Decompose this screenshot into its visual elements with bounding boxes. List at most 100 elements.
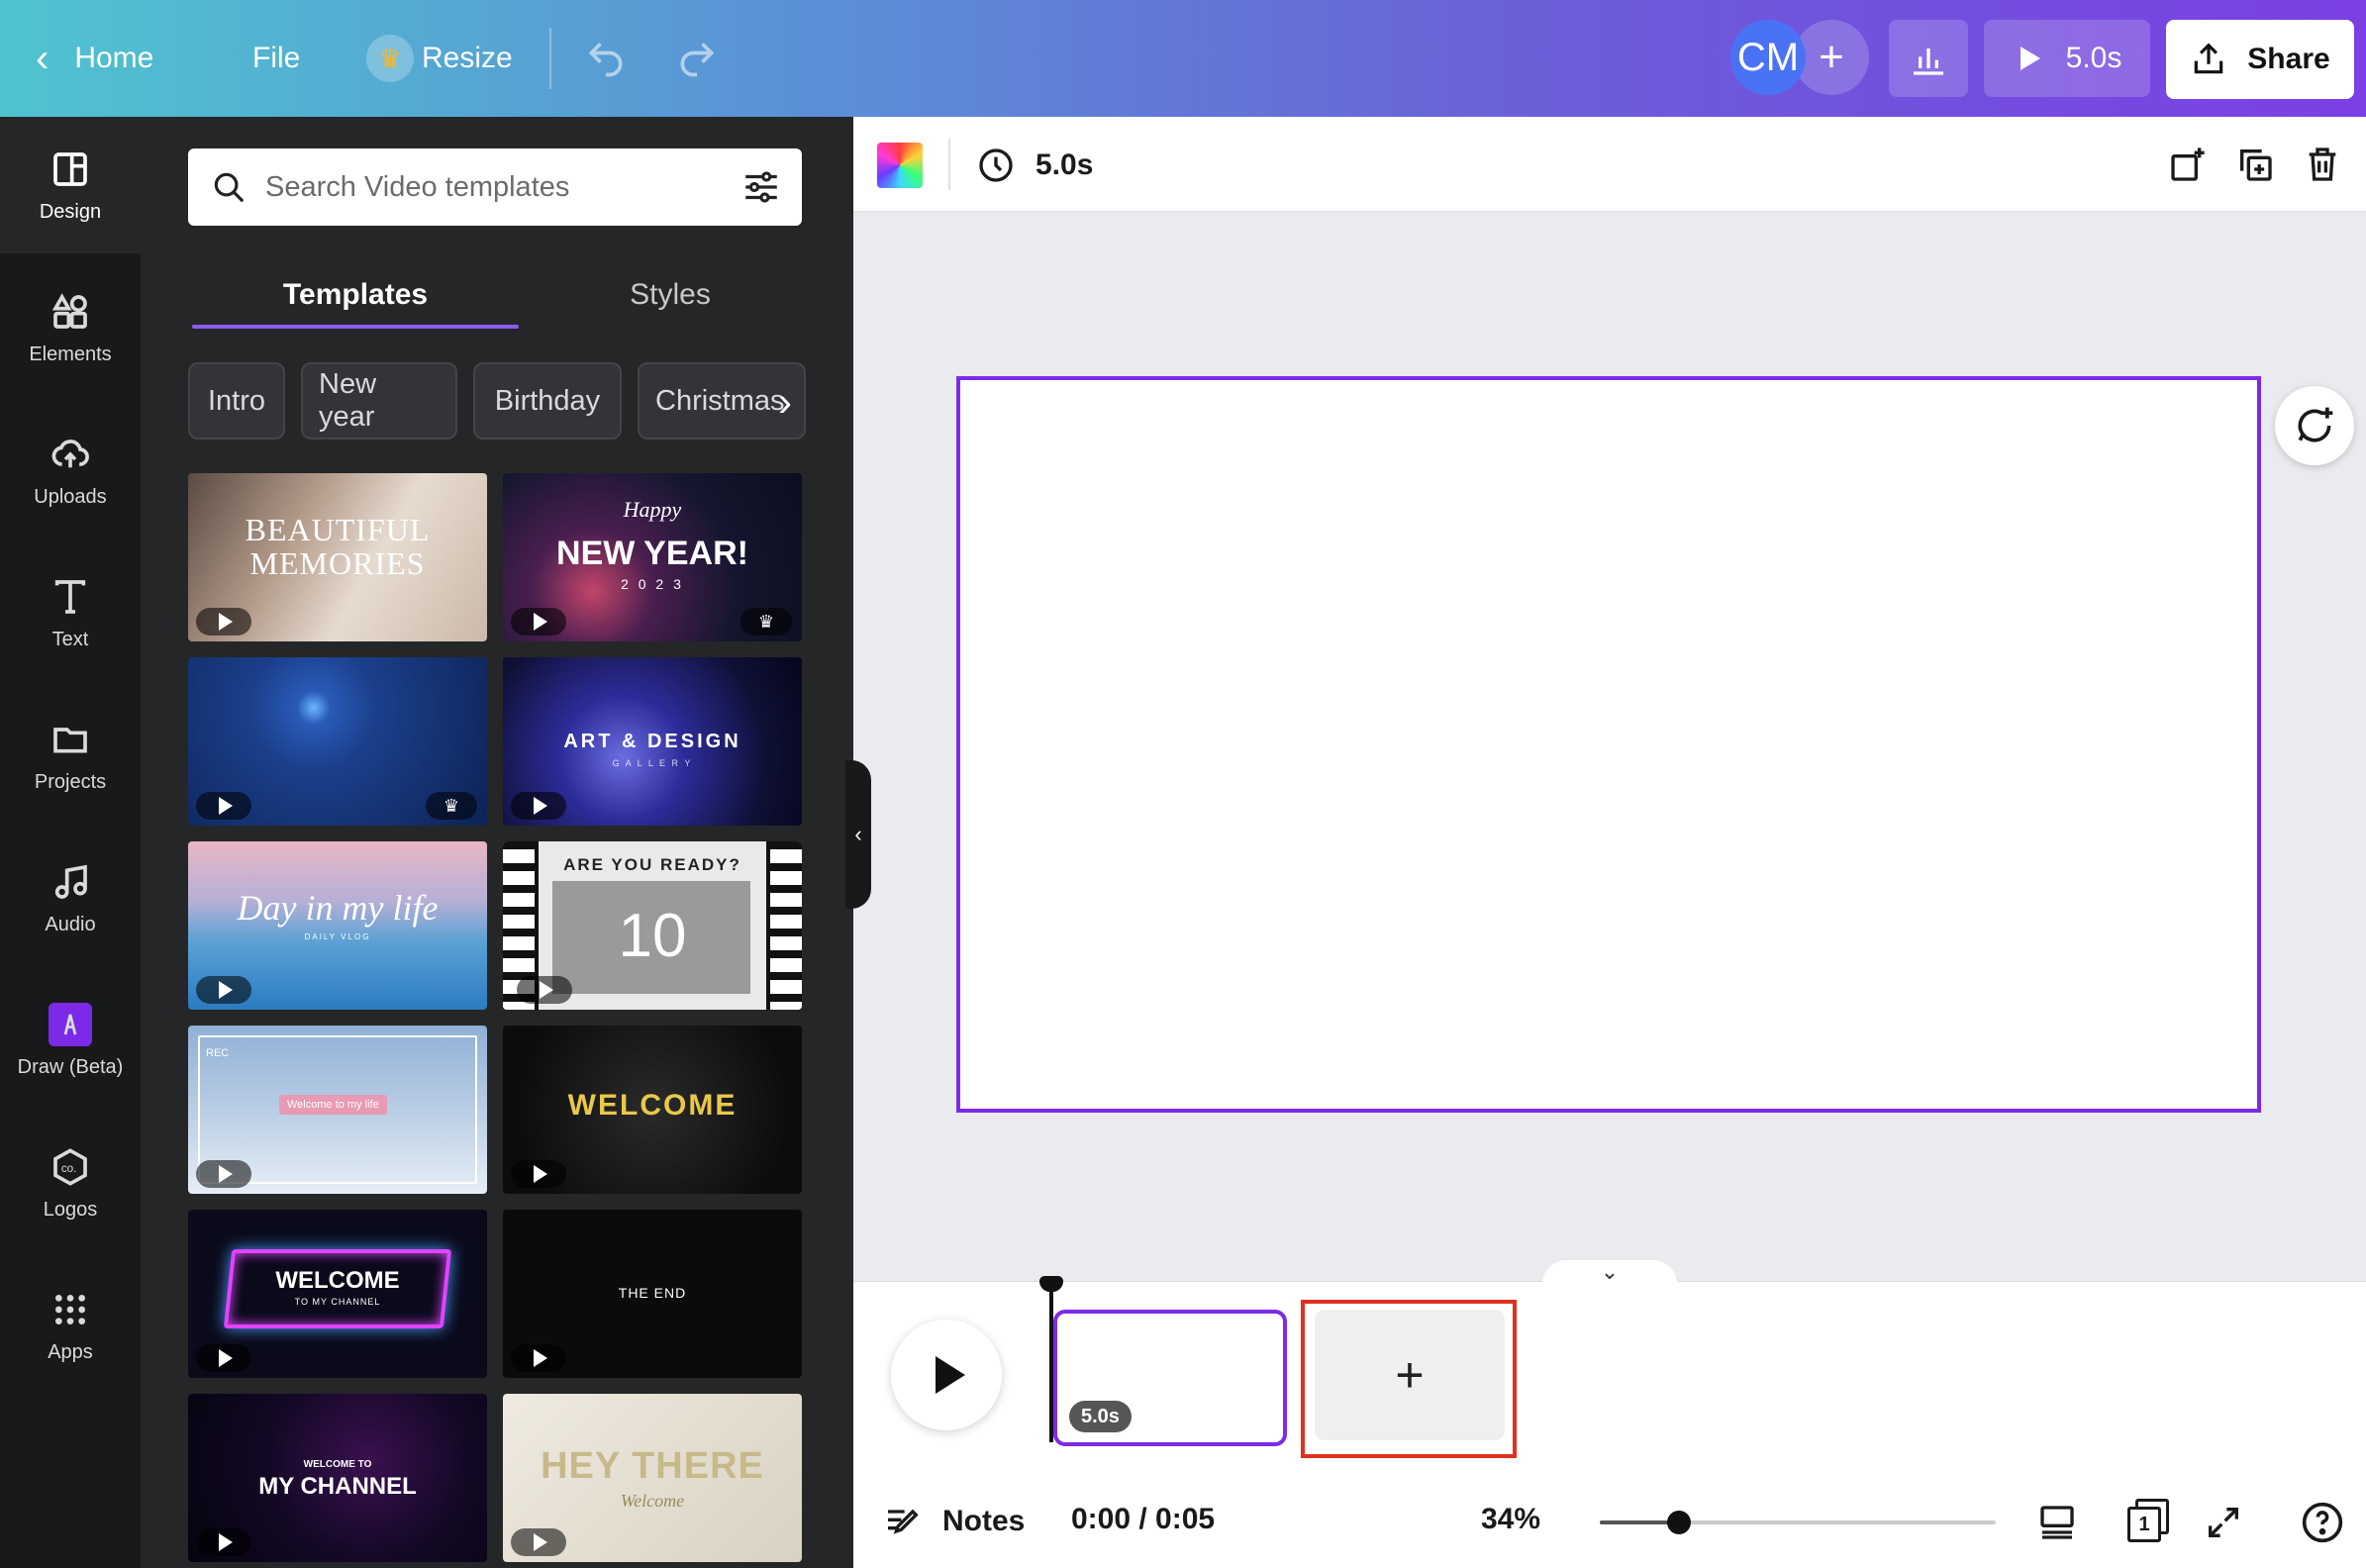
- fullscreen-button-right[interactable]: [2198, 1497, 2249, 1548]
- nav-item-audio[interactable]: Audio: [0, 830, 141, 966]
- play-badge: [196, 1528, 251, 1556]
- collapse-timeline-button[interactable]: ⌄: [1542, 1259, 1677, 1284]
- search-box[interactable]: [188, 148, 802, 226]
- editor-toolbar: 5.0s: [853, 117, 2366, 212]
- file-label: File: [252, 42, 301, 74]
- add-page-toolbar-button[interactable]: [2162, 139, 2214, 190]
- home-button[interactable]: ‹ Home: [36, 0, 153, 117]
- nav-item-draw[interactable]: Draw (Beta): [0, 972, 141, 1109]
- notes-button[interactable]: Notes: [883, 1497, 1025, 1546]
- chevron-right-icon[interactable]: ›: [778, 372, 818, 432]
- tab-styles[interactable]: Styles: [537, 265, 804, 325]
- design-canvas[interactable]: [956, 376, 2261, 1113]
- logo-icon: co.: [49, 1145, 92, 1189]
- template-card[interactable]: WELCOME TO MY CHANNEL: [188, 1210, 487, 1378]
- avatar[interactable]: CM: [1730, 20, 1806, 95]
- template-title: MY CHANNEL: [258, 1473, 417, 1500]
- delete-page-button[interactable]: [2297, 139, 2348, 190]
- zoom-slider-handle[interactable]: [1667, 1511, 1691, 1534]
- template-card[interactable]: Day in my life DAILY VLOG: [188, 841, 487, 1010]
- play-badge: [511, 1528, 566, 1556]
- elements-icon: [49, 290, 92, 334]
- tab-templates[interactable]: Templates: [192, 265, 519, 325]
- redo-button[interactable]: [675, 0, 719, 117]
- left-navigation: Design Elements Uploads Text Projects Au…: [0, 117, 141, 1568]
- nav-item-apps[interactable]: Apps: [0, 1257, 141, 1394]
- share-upload-icon: [2195, 43, 2223, 74]
- crown-icon: ♛: [740, 608, 792, 636]
- notes-label: Notes: [942, 1505, 1026, 1537]
- template-subtitle: REC: [206, 1047, 230, 1059]
- top-bar: ‹ Home File ♛ Resize CM + 5.0s Share: [0, 0, 2366, 117]
- nav-label: Text: [51, 628, 89, 650]
- template-title: Welcome to my life: [279, 1095, 387, 1115]
- duplicate-icon: [2240, 149, 2272, 181]
- collapse-panel-button[interactable]: ‹: [845, 760, 871, 909]
- nav-item-uploads[interactable]: Uploads: [0, 402, 141, 539]
- nav-label: Uploads: [34, 485, 107, 508]
- play-badge: [511, 792, 566, 820]
- nav-item-design[interactable]: Design: [0, 117, 141, 253]
- filter-sliders-icon[interactable]: [740, 166, 782, 208]
- template-subtitle: G A L L E R Y: [612, 758, 693, 768]
- play-badge: [517, 976, 572, 1004]
- design-icon: [49, 147, 92, 191]
- duplicate-page-button[interactable]: [2229, 139, 2281, 190]
- nav-item-logos[interactable]: co. Logos: [0, 1115, 141, 1251]
- template-title: WELCOME: [275, 1267, 400, 1294]
- chip-new-year[interactable]: New year: [301, 362, 457, 440]
- template-title: WELCOME: [567, 1089, 738, 1122]
- grid-view-button-right[interactable]: [2031, 1497, 2083, 1548]
- template-card[interactable]: ARE YOU READY? 10: [503, 841, 802, 1010]
- crown-icon: ♛: [366, 35, 414, 82]
- template-card[interactable]: BEAUTIFUL MEMORIES: [188, 473, 487, 641]
- template-card[interactable]: ♛: [188, 657, 487, 826]
- redo-icon: [680, 43, 715, 77]
- insights-button[interactable]: [1889, 20, 1968, 97]
- add-comment-button[interactable]: [2275, 386, 2354, 465]
- nav-item-elements[interactable]: Elements: [0, 259, 141, 396]
- zoom-level[interactable]: 34%: [1481, 1503, 1540, 1536]
- draw-icon: [49, 1002, 92, 1046]
- page-duration-button[interactable]: 5.0s: [976, 141, 1093, 190]
- share-button[interactable]: Share: [2166, 20, 2354, 99]
- page-number-button[interactable]: 1: [2120, 1493, 2176, 1548]
- template-subtitle: 10: [618, 902, 687, 970]
- template-subtitle: DAILY VLOG: [304, 932, 371, 941]
- template-card[interactable]: HEY THERE Welcome: [503, 1394, 802, 1562]
- present-play-button[interactable]: 5.0s: [1984, 20, 2150, 97]
- template-subtitle: 2 0 2 3: [621, 576, 684, 592]
- search-input[interactable]: [265, 170, 740, 204]
- timeline-play-button[interactable]: [891, 1320, 1002, 1430]
- page-clip[interactable]: 5.0s: [1053, 1310, 1287, 1446]
- template-card[interactable]: ART & DESIGN G A L L E R Y: [503, 657, 802, 826]
- chip-intro[interactable]: Intro: [188, 362, 285, 440]
- template-card[interactable]: WELCOME: [503, 1026, 802, 1194]
- template-subtitle: Welcome: [620, 1491, 685, 1511]
- share-label: Share: [2247, 43, 2330, 75]
- template-card[interactable]: THE END: [503, 1210, 802, 1378]
- zoom-slider[interactable]: [1600, 1511, 1996, 1534]
- template-title: ART & DESIGN: [563, 731, 741, 752]
- chip-birthday[interactable]: Birthday: [473, 362, 622, 440]
- template-card[interactable]: REC Welcome to my life: [188, 1026, 487, 1194]
- file-menu-button[interactable]: File: [252, 0, 300, 117]
- template-title: Day in my life: [237, 888, 439, 928]
- help-button[interactable]: [2295, 1495, 2350, 1550]
- plus-icon: +: [1819, 33, 1844, 81]
- template-card[interactable]: Happy NEW YEAR! 2 0 2 3 ♛: [503, 473, 802, 641]
- template-title: BEAUTIFUL MEMORIES: [245, 512, 431, 581]
- resize-button[interactable]: ♛ Resize: [366, 0, 513, 117]
- active-tab-indicator: [192, 325, 519, 329]
- template-title: ARE YOU READY?: [563, 855, 741, 874]
- template-title: NEW YEAR!: [556, 535, 748, 572]
- editor-area: ‹ 5.0s ⌄ 5.0s + Notes 0:00 / 0:05 34%: [845, 117, 2366, 1568]
- notes-pencil-icon: [888, 1509, 919, 1534]
- folder-icon: [49, 718, 92, 761]
- nav-item-text[interactable]: Text: [0, 544, 141, 681]
- nav-item-projects[interactable]: Projects: [0, 687, 141, 824]
- template-card[interactable]: WELCOME TO MY CHANNEL: [188, 1394, 487, 1562]
- background-color-button[interactable]: [877, 143, 923, 188]
- toolbar-divider: [948, 139, 950, 190]
- undo-button[interactable]: [584, 0, 628, 117]
